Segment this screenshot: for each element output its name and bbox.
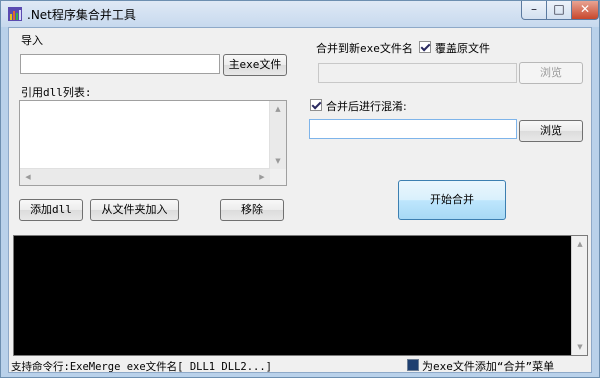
remove-button[interactable]: 移除	[220, 199, 284, 221]
add-dll-button[interactable]: 添加dll	[19, 199, 83, 221]
main-exe-button-label: 主exe文件	[228, 58, 282, 71]
new-exe-label: 合并到新exe文件名	[316, 40, 413, 56]
scroll-down-arrow-icon[interactable]: ▼	[270, 153, 286, 169]
console-output[interactable]: ▲ ▼	[13, 235, 588, 356]
maximize-button[interactable]: □	[546, 1, 572, 20]
status-bar: 支持命令行:ExeMerge exe文件名[ DLL1 DLL2...] 为ex…	[9, 357, 591, 373]
scroll-right-arrow-icon[interactable]: ▶	[254, 169, 270, 185]
console-scroll-down-icon[interactable]: ▼	[572, 339, 588, 355]
obfuscate-checkbox[interactable]	[310, 99, 322, 111]
add-dll-button-label: 添加dll	[30, 203, 72, 216]
import-label: 导入	[21, 34, 43, 47]
title-bar[interactable]: .Net程序集合并工具 – □ ✕	[1, 1, 599, 27]
scrollbar-corner	[270, 169, 286, 185]
context-menu-checkbox[interactable]	[407, 359, 419, 371]
app-icon	[8, 7, 22, 21]
main-exe-button[interactable]: 主exe文件	[223, 54, 287, 76]
browse-obfuscate-button[interactable]: 浏览	[519, 120, 583, 142]
obfuscate-label: 合并后进行混淆:	[326, 100, 407, 113]
dll-list-label: 引用dll列表:	[21, 84, 92, 100]
dll-listbox[interactable]: ▲ ▼ ◀ ▶	[19, 100, 287, 186]
context-menu-label-text: 为exe文件添加“合并”菜单	[422, 360, 555, 373]
overwrite-label: 覆盖原文件	[435, 42, 490, 55]
console-scrollbar[interactable]: ▲ ▼	[571, 236, 587, 355]
dll-list-vertical-scrollbar[interactable]: ▲ ▼	[269, 101, 286, 169]
command-line-hint: 支持命令行:ExeMerge exe文件名[ DLL1 DLL2...]	[11, 361, 273, 373]
client-area: 导入 主exe文件 引用dll列表: ▲ ▼ ◀ ▶ 添加dll 从文件夹加入 …	[8, 27, 592, 373]
window-title: .Net程序集合并工具	[27, 8, 136, 22]
add-from-folder-button[interactable]: 从文件夹加入	[90, 199, 179, 221]
scroll-up-arrow-icon[interactable]: ▲	[270, 101, 286, 117]
dll-list-horizontal-scrollbar[interactable]: ◀ ▶	[20, 168, 270, 185]
browse-new-exe-button[interactable]: 浏览	[519, 62, 583, 84]
context-menu-label: 为exe文件添加“合并”菜单	[422, 358, 554, 374]
minimize-button[interactable]: –	[521, 1, 547, 20]
app-window: .Net程序集合并工具 – □ ✕ 导入 主exe文件 引用dll列表: ▲ ▼…	[0, 0, 600, 378]
console-scroll-up-icon[interactable]: ▲	[572, 236, 588, 252]
obfuscate-input[interactable]	[309, 119, 517, 139]
close-button[interactable]: ✕	[571, 1, 599, 20]
scroll-left-arrow-icon[interactable]: ◀	[20, 169, 36, 185]
new-exe-input[interactable]	[318, 63, 517, 83]
new-exe-label-text: 合并到新exe文件名	[316, 42, 413, 55]
start-merge-button[interactable]: 开始合并	[398, 180, 506, 220]
overwrite-checkbox[interactable]	[419, 41, 431, 53]
main-exe-input[interactable]	[20, 54, 220, 74]
dll-list-label-text: 引用dll列表:	[21, 86, 92, 99]
